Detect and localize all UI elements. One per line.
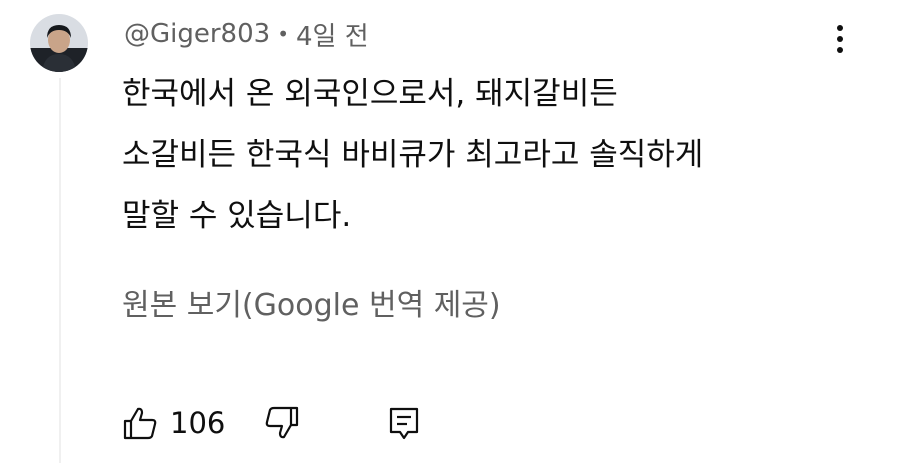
see-original-link[interactable]: 원본 보기(Google 번역 제공)	[122, 280, 501, 324]
comment-text-line: 소갈비든 한국식 바비큐가 최고라고 솔직하게	[122, 137, 704, 173]
like-button[interactable]	[120, 403, 160, 443]
comment-time[interactable]: 4일 전	[296, 16, 369, 53]
comment-text-line: 말할 수 있습니다.	[122, 198, 352, 234]
reply-button[interactable]	[384, 403, 424, 443]
comment-reply-icon	[389, 407, 419, 440]
user-avatar-image	[30, 14, 88, 72]
dislike-button[interactable]	[262, 403, 302, 443]
comment-text-line: 한국에서 온 외국인으로서, 돼지갈비든	[122, 76, 618, 112]
comment-meta: @Giger803 • 4일 전	[124, 14, 369, 54]
thumbs-up-icon	[123, 407, 157, 440]
meta-separator: •	[277, 22, 289, 46]
comment-actions: 106	[0, 395, 900, 455]
avatar[interactable]	[30, 14, 88, 72]
like-count: 106	[170, 406, 226, 440]
thumbs-down-icon	[265, 406, 299, 439]
more-vertical-icon[interactable]	[826, 20, 854, 58]
author-name[interactable]: @Giger803	[124, 19, 270, 49]
comment-text: 한국에서 온 외국인으로서, 돼지갈비든 소갈비든 한국식 바비큐가 최고라고 …	[122, 64, 842, 247]
